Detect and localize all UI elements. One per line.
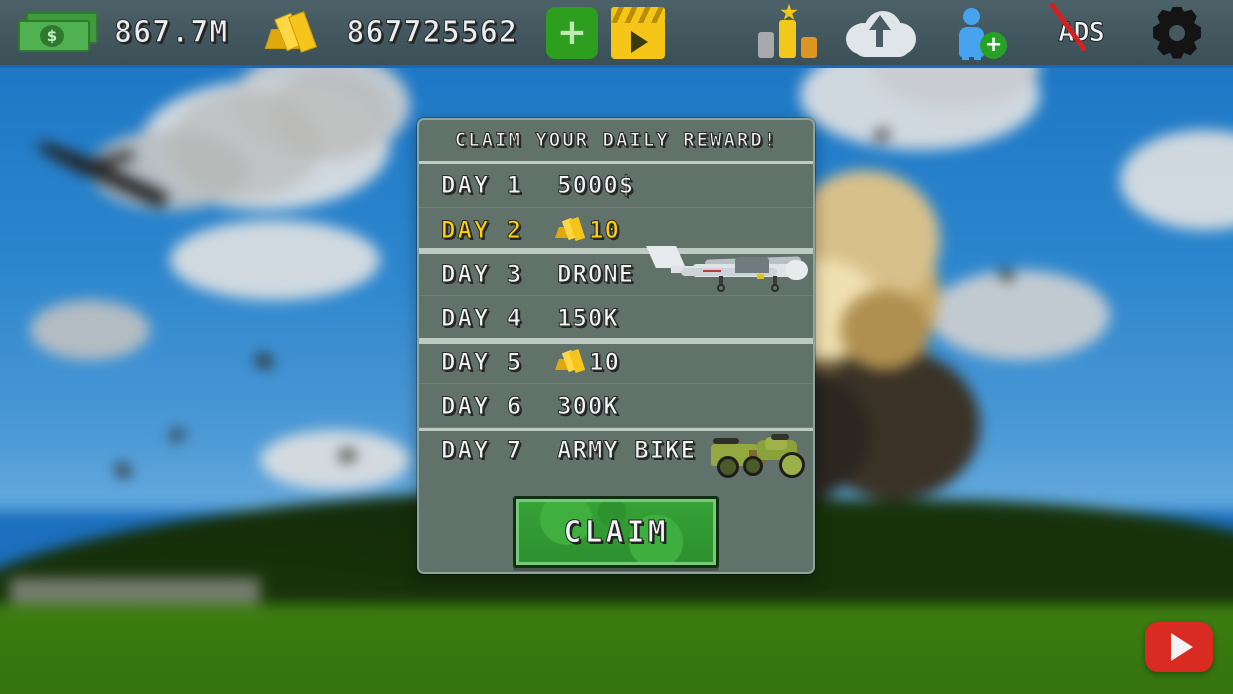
reward-row-day-4[interactable]: DAY 4 150K [419,295,813,339]
claim-button-area: CLAIM [419,496,813,568]
gold-bar-icon [554,348,587,374]
gold-bar-icon [554,216,587,242]
reward-value: 10 [554,215,620,244]
cloud-save-button[interactable] [831,8,931,58]
game-screen: PLAY SANDBOX MODE INFO $ 867.7M 86772556… [0,0,1233,694]
youtube-button[interactable] [1145,622,1213,672]
remove-ads-button[interactable]: ADS [1031,1,1131,58]
falling-jet [32,137,182,225]
reward-row-day-2[interactable]: DAY 2 10 [419,207,813,251]
debris [168,427,186,443]
reward-text: ARMY BIKE [556,435,697,464]
cloud [170,220,380,300]
reward-text: 10 [589,215,620,244]
claim-label: CLAIM [563,514,669,550]
plus-icon: + [545,6,598,59]
reward-row-day-1[interactable]: DAY 1 5000$ [419,163,813,207]
leaderboard-star-icon [758,3,818,58]
add-person-icon: + [950,6,1012,60]
wall [10,578,260,604]
day-label: DAY 2 [441,215,524,244]
cloud [30,300,150,360]
debris [113,461,133,480]
gold-bars-icon [265,10,332,55]
invite-friend-button[interactable]: + [931,6,1031,60]
gold-value: 867725562 [346,15,518,51]
reward-value: ARMY BIKE [556,435,697,464]
video-clapper-icon [610,6,665,59]
dialog-title: CLAIM YOUR DAILY REWARD! [454,129,778,152]
day-label: DAY 1 [441,171,524,200]
cloud [1120,130,1233,230]
gold-counter[interactable]: 867725562 [265,10,518,55]
debris [253,351,275,371]
reward-text: 300K [557,391,619,420]
money-value: 867.7M [113,15,229,51]
no-ads-icon: ADS [1046,1,1116,58]
smoke-trail [270,70,390,160]
gear-icon [1151,6,1203,59]
youtube-play-icon [1171,633,1193,661]
day-label: DAY 3 [441,259,524,288]
claim-button[interactable]: CLAIM [513,496,719,568]
leaderboard-button[interactable] [745,3,831,58]
money-stack-icon: $ [18,11,100,54]
reward-rows: DAY 1 5000$ DAY 2 10 DAY 3 DRONE DAY 4 1… [419,161,813,471]
reward-value: 300K [557,391,619,420]
reward-text: 5000$ [556,171,635,200]
add-currency-button[interactable]: + [544,6,600,59]
reward-text: 150K [557,303,619,332]
day-label: DAY 7 [441,435,524,464]
settings-button[interactable] [1131,6,1223,59]
top-hud-bar: $ 867.7M 867725562 + + ADS [0,0,1233,68]
army-bike-reward-image [709,430,813,478]
cloud-upload-icon [846,7,916,59]
money-counter[interactable]: $ 867.7M [18,11,229,54]
reward-value: DRONE [556,259,635,288]
reward-value: 10 [554,347,620,376]
reward-text: DRONE [556,259,635,288]
drone-reward-image [646,246,808,292]
watch-video-button[interactable] [608,6,668,59]
reward-row-day-5[interactable]: DAY 5 10 [419,339,813,383]
day-label: DAY 5 [441,347,524,376]
reward-value: 150K [557,303,619,332]
daily-reward-dialog: CLAIM YOUR DAILY REWARD! DAY 1 5000$ DAY… [417,118,815,574]
reward-value: 5000$ [556,171,635,200]
day-label: DAY 4 [441,303,524,332]
reward-row-day-6[interactable]: DAY 6 300K [419,383,813,427]
cloud [260,430,410,490]
grass-ground [0,604,1233,694]
day-label: DAY 6 [441,391,524,420]
reward-text: 10 [589,347,620,376]
